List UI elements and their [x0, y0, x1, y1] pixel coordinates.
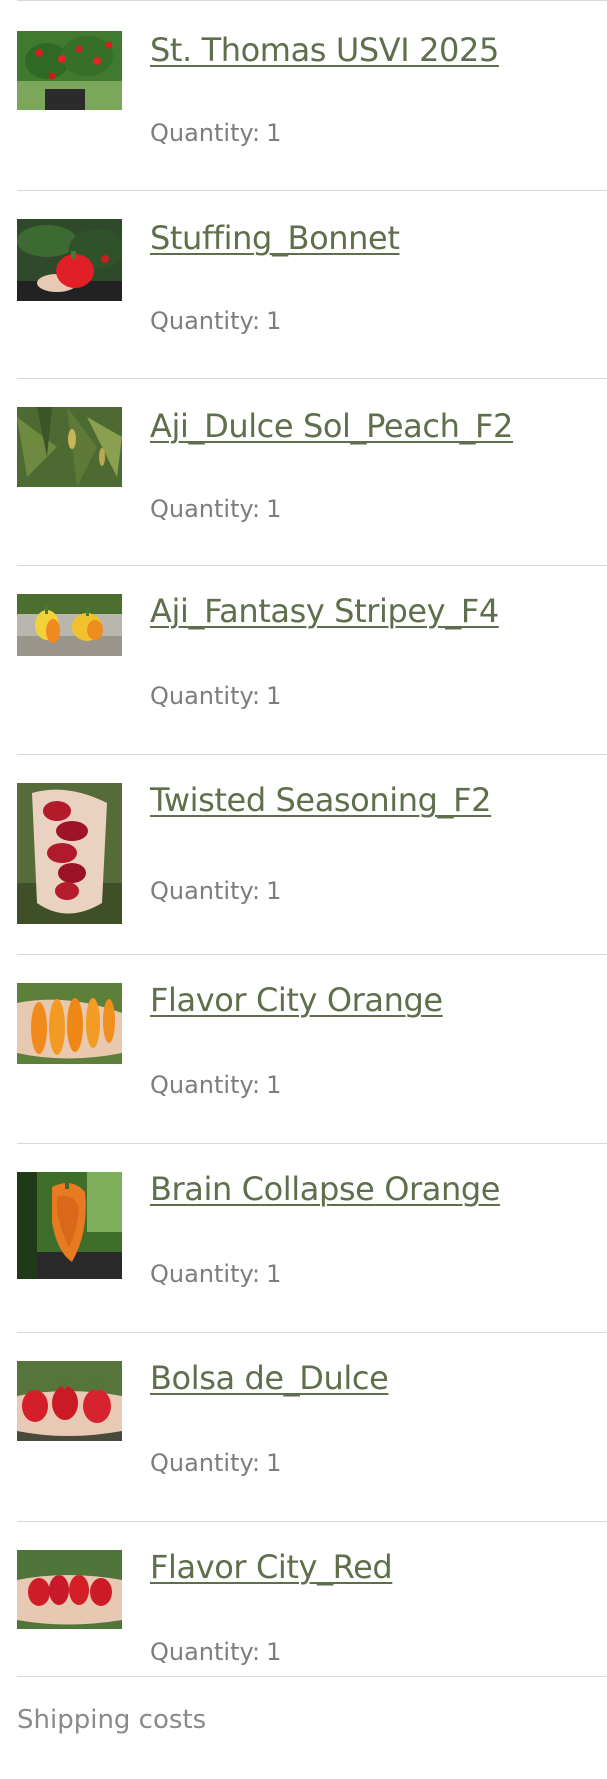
quantity-value: 1 — [266, 682, 282, 710]
product-link[interactable]: Aji_Fantasy Stripey_F4 — [150, 592, 499, 630]
cart-item: Bolsa de_Dulce Quantity: 1 — [17, 1332, 607, 1521]
quantity-label: Quantity: — [150, 877, 261, 905]
product-image[interactable] — [17, 1172, 122, 1279]
product-image[interactable] — [17, 783, 122, 924]
product-image[interactable] — [17, 1550, 122, 1629]
product-link[interactable]: Bolsa de_Dulce — [150, 1359, 389, 1397]
quantity-value: 1 — [266, 877, 282, 905]
product-link[interactable]: Flavor City_Red — [150, 1548, 393, 1586]
cart-item: Stuffing_Bonnet Quantity: 1 — [17, 190, 607, 378]
quantity-text: Quantity: 1 — [150, 307, 281, 335]
quantity-value: 1 — [266, 1638, 282, 1666]
quantity-value: 1 — [266, 495, 282, 523]
quantity-label: Quantity: — [150, 495, 261, 523]
product-link[interactable]: St. Thomas USVI 2025 — [150, 31, 499, 69]
quantity-label: Quantity: — [150, 1638, 261, 1666]
quantity-text: Quantity: 1 — [150, 682, 281, 710]
product-link[interactable]: Stuffing_Bonnet — [150, 219, 400, 257]
cart-item: Flavor City Orange Quantity: 1 — [17, 954, 607, 1143]
quantity-label: Quantity: — [150, 119, 261, 147]
quantity-text: Quantity: 1 — [150, 877, 281, 905]
quantity-text: Quantity: 1 — [150, 1449, 281, 1477]
quantity-value: 1 — [266, 307, 282, 335]
product-link[interactable]: Brain Collapse Orange — [150, 1170, 500, 1208]
product-image[interactable] — [17, 983, 122, 1064]
product-image[interactable] — [17, 594, 122, 656]
quantity-label: Quantity: — [150, 1449, 261, 1477]
quantity-text: Quantity: 1 — [150, 119, 281, 147]
divider — [17, 1676, 607, 1677]
quantity-value: 1 — [266, 1449, 282, 1477]
quantity-label: Quantity: — [150, 1260, 261, 1288]
quantity-label: Quantity: — [150, 1071, 261, 1099]
quantity-text: Quantity: 1 — [150, 1638, 281, 1666]
quantity-value: 1 — [266, 119, 282, 147]
cart-item: Brain Collapse Orange Quantity: 1 — [17, 1143, 607, 1332]
product-link[interactable]: Flavor City Orange — [150, 981, 443, 1019]
product-image[interactable] — [17, 407, 122, 487]
quantity-text: Quantity: 1 — [150, 1260, 281, 1288]
quantity-label: Quantity: — [150, 307, 261, 335]
cart-item-list: St. Thomas USVI 2025 Quantity: 1 Stuffing… — [17, 0, 607, 1711]
cart-item: St. Thomas USVI 2025 Quantity: 1 — [17, 0, 607, 190]
cart-item: Aji_Fantasy Stripey_F4 Quantity: 1 — [17, 565, 607, 754]
quantity-label: Quantity: — [150, 682, 261, 710]
cart-item: Aji_Dulce Sol_Peach_F2 Quantity: 1 — [17, 378, 607, 565]
cart-item: Flavor City_Red Quantity: 1 — [17, 1521, 607, 1711]
product-image[interactable] — [17, 1361, 122, 1441]
quantity-value: 1 — [266, 1071, 282, 1099]
shipping-costs-label: Shipping costs — [17, 1705, 207, 1735]
quantity-text: Quantity: 1 — [150, 1071, 281, 1099]
cart-item: Twisted Seasoning_F2 Quantity: 1 — [17, 754, 607, 954]
product-link[interactable]: Twisted Seasoning_F2 — [150, 781, 492, 819]
product-image[interactable] — [17, 219, 122, 301]
quantity-text: Quantity: 1 — [150, 495, 281, 523]
quantity-value: 1 — [266, 1260, 282, 1288]
product-link[interactable]: Aji_Dulce Sol_Peach_F2 — [150, 407, 513, 445]
product-image[interactable] — [17, 31, 122, 110]
